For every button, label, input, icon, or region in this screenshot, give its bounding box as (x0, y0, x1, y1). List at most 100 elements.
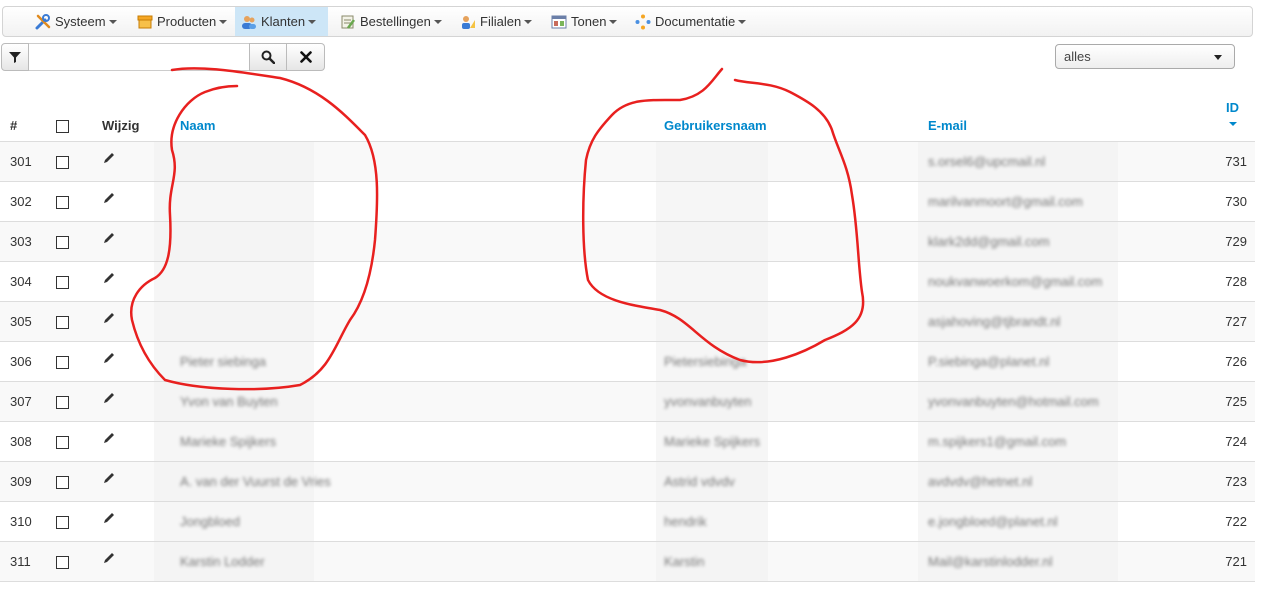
customer-email: m.spijkers1@gmail.com (928, 434, 1067, 449)
table-row[interactable]: 304 noukvanwoerkom@gmail.com 728 (0, 262, 1255, 302)
customer-id: 723 (1225, 474, 1247, 489)
customer-email: avdvdv@hetnet.nl (928, 474, 1033, 489)
row-checkbox[interactable] (56, 436, 69, 449)
table-row[interactable]: 308 Marieke Spijkers Marieke Spijkers m.spi… (0, 422, 1255, 462)
row-checkbox[interactable] (56, 196, 69, 209)
chevron-down-icon (108, 19, 117, 24)
row-checkbox[interactable] (56, 276, 69, 289)
tools-icon (35, 13, 51, 29)
redaction-blur (154, 142, 314, 181)
row-checkbox[interactable] (56, 316, 69, 329)
redaction-blur (154, 262, 314, 301)
row-checkbox[interactable] (56, 236, 69, 249)
filter-icon (9, 52, 21, 63)
header-name[interactable]: Naam (180, 118, 215, 133)
customer-username: yvonvanbuyten (664, 394, 752, 409)
pencil-icon[interactable] (102, 511, 116, 525)
branch-icon (462, 15, 475, 29)
pencil-icon[interactable] (102, 351, 116, 365)
redaction-blur (656, 142, 768, 181)
redaction-blur (154, 182, 314, 221)
table-row[interactable]: 310 Jongbloed hendrik e.jongbloed@planet.nl… (0, 502, 1255, 542)
row-number: 303 (10, 234, 32, 249)
status-filter-select[interactable]: alles (1055, 44, 1235, 69)
customer-name: Marieke Spijkers (180, 434, 277, 449)
window-icon (551, 15, 567, 28)
search-icon (261, 50, 275, 64)
header-username[interactable]: Gebruikersnaam (664, 118, 767, 133)
table-row[interactable]: 301 s.orsel6@upcmail.nl 731 (0, 142, 1255, 182)
customer-email: e.jongbloed@planet.nl (928, 514, 1058, 529)
row-checkbox[interactable] (56, 396, 69, 409)
menu-tonen[interactable]: Tonen (545, 7, 623, 36)
customer-name: Yvon van Buyten (180, 394, 278, 409)
menu-label: Systeem (55, 14, 106, 29)
redaction-blur (656, 182, 768, 221)
table-row[interactable]: 303 klark2dd@gmail.com 729 (0, 222, 1255, 262)
customer-email: marilvanmoort@gmail.com (928, 194, 1083, 209)
table-row[interactable]: 309 A. van der Vuurst de Vries Astrid vdvd… (0, 462, 1255, 502)
select-value: alles (1064, 49, 1091, 64)
chevron-down-icon (1214, 55, 1222, 60)
header-number: # (10, 118, 18, 133)
table-row[interactable]: 302 marilvanmoort@gmail.com 730 (0, 182, 1255, 222)
customer-id: 730 (1225, 194, 1247, 209)
redaction-blur (656, 222, 768, 261)
customer-username: hendrik (664, 514, 707, 529)
pencil-icon[interactable] (102, 151, 116, 165)
customer-id: 731 (1225, 154, 1247, 169)
menu-label: Producten (157, 14, 217, 29)
customer-email: asjahoving@tjbrandt.nl (928, 314, 1061, 329)
clear-filter-button[interactable] (287, 43, 325, 71)
chevron-down-icon (433, 19, 442, 24)
pencil-icon[interactable] (102, 191, 116, 205)
header-email[interactable]: E-mail (928, 118, 967, 133)
pencil-icon[interactable] (102, 391, 116, 405)
customer-email: Mail@karstinlodder.nl (928, 554, 1053, 569)
select-all-checkbox[interactable] (56, 120, 69, 133)
menu-filialen[interactable]: Filialen (454, 7, 538, 36)
header-edit: Wijzig (102, 118, 140, 133)
customer-email: noukvanwoerkom@gmail.com (928, 274, 1103, 289)
header-id[interactable]: ID (1226, 100, 1239, 115)
filter-input[interactable] (29, 43, 249, 71)
box-icon (137, 15, 153, 28)
customer-name: A. van der Vuurst de Vries (180, 474, 331, 489)
row-checkbox[interactable] (56, 356, 69, 369)
menu-systeem[interactable]: Systeem (29, 7, 123, 36)
pencil-icon[interactable] (102, 231, 116, 245)
menu-klanten[interactable]: Klanten (235, 7, 328, 36)
pencil-icon[interactable] (102, 311, 116, 325)
row-checkbox[interactable] (56, 556, 69, 569)
pencil-icon[interactable] (102, 551, 116, 565)
customer-id: 725 (1225, 394, 1247, 409)
customer-id: 721 (1225, 554, 1247, 569)
table-row[interactable]: 311 Karstin Lodder Karstin Mail@karstinlodd… (0, 542, 1255, 582)
filter-toggle-button[interactable] (1, 43, 29, 71)
redaction-blur (154, 222, 314, 261)
menu-bestellingen[interactable]: Bestellingen (334, 7, 448, 36)
customer-name: Karstin Lodder (180, 554, 265, 569)
chevron-down-icon (219, 19, 228, 24)
customer-email: s.orsel6@upcmail.nl (928, 154, 1046, 169)
table-row[interactable]: 306 Pieter siebinga Pietersiebinga P.siebin… (0, 342, 1255, 382)
row-number: 306 (10, 354, 32, 369)
table-row[interactable]: 307 Yvon van Buyten yvonvanbuyten yvonvanbu… (0, 382, 1255, 422)
row-checkbox[interactable] (56, 156, 69, 169)
menu-documentatie[interactable]: Documentatie (629, 7, 752, 36)
pencil-icon[interactable] (102, 271, 116, 285)
menu-label: Documentatie (655, 14, 736, 29)
pencil-icon[interactable] (102, 431, 116, 445)
customers-page: Systeem Producten Klanten Bestellingen F… (0, 0, 1262, 594)
row-number: 307 (10, 394, 32, 409)
pencil-icon[interactable] (102, 471, 116, 485)
search-button[interactable] (249, 43, 287, 71)
menu-label: Klanten (261, 14, 306, 29)
chevron-down-icon (308, 19, 317, 24)
menu-producten[interactable]: Producten (131, 7, 233, 36)
row-checkbox[interactable] (56, 516, 69, 529)
table-row[interactable]: 305 asjahoving@tjbrandt.nl 727 (0, 302, 1255, 342)
docs-icon (635, 14, 651, 29)
row-checkbox[interactable] (56, 476, 69, 489)
customer-id: 722 (1225, 514, 1247, 529)
